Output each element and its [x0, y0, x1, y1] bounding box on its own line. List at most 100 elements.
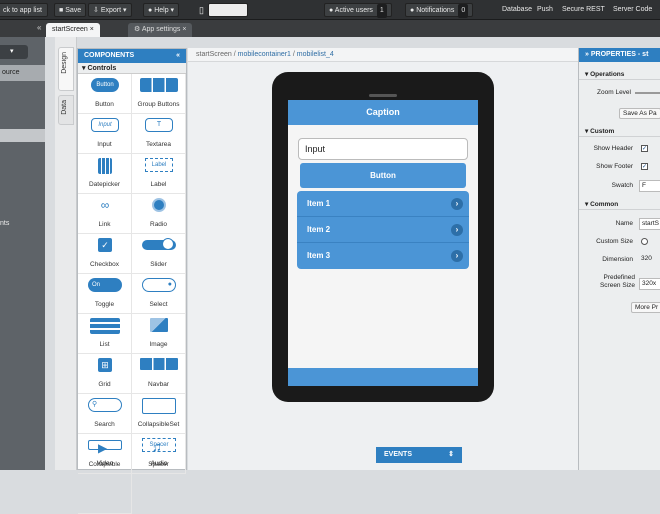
- server-code-link[interactable]: Server Code: [609, 3, 656, 17]
- collapse-left-icon[interactable]: «: [37, 23, 41, 32]
- mobile-preview-icon[interactable]: ▯: [195, 3, 208, 17]
- name-row: Name startS: [579, 215, 660, 233]
- components-header: COMPONENTS «: [78, 49, 186, 63]
- predefined-size-row: Predefined Screen Size 320x: [579, 270, 660, 296]
- mobile-list[interactable]: Item 1 › Item 2 › Item 3 ›: [297, 191, 469, 269]
- events-panel-toggle[interactable]: EVENTS ⇕: [376, 447, 462, 463]
- export-button[interactable]: ⇩ Export ▾: [88, 3, 132, 17]
- calendar-icon: [98, 158, 112, 174]
- component-grid[interactable]: ⊞ Grid: [78, 354, 132, 394]
- back-to-app-list-button[interactable]: ck to app list: [0, 3, 48, 17]
- component-image[interactable]: Image: [132, 314, 186, 354]
- custom-section[interactable]: ▾ Custom: [579, 126, 660, 137]
- push-link[interactable]: Push: [533, 3, 557, 17]
- page-footer[interactable]: [288, 368, 478, 386]
- secure-rest-link[interactable]: Secure REST: [558, 3, 609, 17]
- breadcrumb-item[interactable]: startScreen: [196, 51, 232, 58]
- close-icon[interactable]: ×: [182, 26, 186, 33]
- collapse-icon[interactable]: «: [176, 49, 180, 63]
- collapsible-set-icon: [142, 398, 176, 414]
- grid-icon: ⊞: [98, 358, 112, 372]
- properties-panel: » PROPERTIES - st ▾ Operations Zoom Leve…: [578, 48, 660, 470]
- chevron-right-icon: ›: [451, 224, 463, 236]
- component-audio-label[interactable]: Audio: [132, 460, 186, 467]
- phone-screen[interactable]: Caption Input Button Item 1 › Item 2 › Ite…: [288, 100, 478, 386]
- dimension-field[interactable]: 320: [639, 254, 660, 266]
- mobile-input-field[interactable]: Input: [298, 138, 468, 160]
- side-tabs: Design Data: [55, 37, 77, 470]
- project-dropdown[interactable]: ▾: [0, 45, 28, 59]
- navbar-icon: [140, 358, 178, 370]
- tab-design[interactable]: Design: [58, 47, 74, 91]
- chevron-down-icon: ▾: [123, 7, 127, 14]
- save-button[interactable]: ■ Save: [54, 3, 87, 17]
- component-textarea[interactable]: T Textarea: [132, 114, 186, 154]
- notifications-indicator[interactable]: ● Notifications 0: [405, 3, 474, 18]
- list-icon: [90, 318, 120, 334]
- help-button[interactable]: ● Help ▾: [143, 3, 180, 17]
- component-radio[interactable]: Radio: [132, 194, 186, 234]
- more-properties-button[interactable]: More Pr: [631, 302, 660, 313]
- gear-icon: ⚙: [134, 26, 142, 33]
- show-header-checkbox[interactable]: ✓: [641, 145, 648, 152]
- common-section[interactable]: ▾ Common: [579, 199, 660, 210]
- chevron-right-icon: ›: [451, 198, 463, 210]
- zoom-slider[interactable]: [635, 92, 660, 94]
- component-toggle[interactable]: On Toggle: [78, 274, 132, 314]
- component-video[interactable]: [78, 474, 132, 514]
- component-checkbox[interactable]: ✓ Checkbox: [78, 234, 132, 274]
- component-group-buttons[interactable]: Group Buttons: [132, 74, 186, 114]
- component-label[interactable]: Label Label: [132, 154, 186, 194]
- name-field[interactable]: startS: [639, 218, 660, 230]
- component-slider[interactable]: Slider: [132, 234, 186, 274]
- component-collapsible-set[interactable]: CollapsibleSet: [132, 394, 186, 434]
- tab-start-screen[interactable]: startScreen ×: [46, 23, 100, 37]
- component-select[interactable]: ● Select: [132, 274, 186, 314]
- toggle-icon: On: [88, 278, 122, 292]
- export-icon: ⇩: [93, 7, 101, 14]
- show-footer-row: Show Footer ✓: [596, 163, 648, 170]
- textarea-icon: T: [145, 118, 173, 132]
- component-list[interactable]: List: [78, 314, 132, 354]
- component-button[interactable]: Button Button: [78, 74, 132, 114]
- custom-size-checkbox[interactable]: [641, 238, 648, 245]
- button-widget-icon: Button: [91, 78, 119, 92]
- close-icon[interactable]: ×: [90, 26, 94, 33]
- breadcrumb-item[interactable]: mobilecontainer1: [238, 51, 291, 58]
- radio-icon: [152, 198, 166, 212]
- tab-app-settings[interactable]: ⚙ App settings ×: [128, 23, 193, 37]
- component-datepicker[interactable]: Datepicker: [78, 154, 132, 194]
- component-video-label[interactable]: Video: [78, 460, 132, 467]
- mobile-button[interactable]: Button: [300, 163, 466, 188]
- chevron-right-icon: ›: [451, 250, 463, 262]
- group-buttons-icon: [140, 78, 178, 92]
- list-item[interactable]: Item 3 ›: [297, 243, 469, 269]
- active-users-indicator[interactable]: ● Active users 1: [324, 3, 392, 18]
- controls-section-header[interactable]: ▾ Controls: [78, 63, 186, 74]
- page-header-caption[interactable]: Caption: [288, 100, 478, 125]
- component-input[interactable]: Input Input: [78, 114, 132, 154]
- breadcrumb-item[interactable]: mobilelist_4: [297, 51, 334, 58]
- source-item[interactable]: ource: [0, 65, 45, 81]
- editor-tabs: « startScreen × ⚙ App settings ×: [0, 20, 660, 37]
- input-icon: Input: [91, 118, 119, 132]
- select-icon: ●: [142, 278, 176, 292]
- tablet-preview-icon[interactable]: [208, 3, 248, 17]
- operations-section[interactable]: ▾ Operations: [579, 69, 660, 80]
- list-item[interactable]: Item 2 ›: [297, 217, 469, 243]
- component-link[interactable]: ∞ Link: [78, 194, 132, 234]
- swatch-select[interactable]: F: [639, 180, 660, 192]
- component-search[interactable]: ⚲ Search: [78, 394, 132, 434]
- breadcrumb: startScreen / mobilecontainer1 / mobilel…: [188, 48, 578, 62]
- predefined-size-select[interactable]: 320x: [639, 278, 660, 290]
- components-label: nts: [0, 220, 10, 227]
- save-as-page-button[interactable]: Save As Pa: [619, 108, 660, 119]
- list-item[interactable]: Item 1 ›: [297, 191, 469, 217]
- tab-data[interactable]: Data: [58, 95, 74, 125]
- show-footer-checkbox[interactable]: ✓: [641, 163, 648, 170]
- component-navbar[interactable]: Navbar: [132, 354, 186, 394]
- top-toolbar: ck to app list ■ Save ⇩ Export ▾ ● Help …: [0, 0, 660, 20]
- database-link[interactable]: Database: [498, 3, 536, 17]
- selected-row[interactable]: [0, 129, 45, 142]
- zoom-level-row: Zoom Level: [579, 84, 660, 102]
